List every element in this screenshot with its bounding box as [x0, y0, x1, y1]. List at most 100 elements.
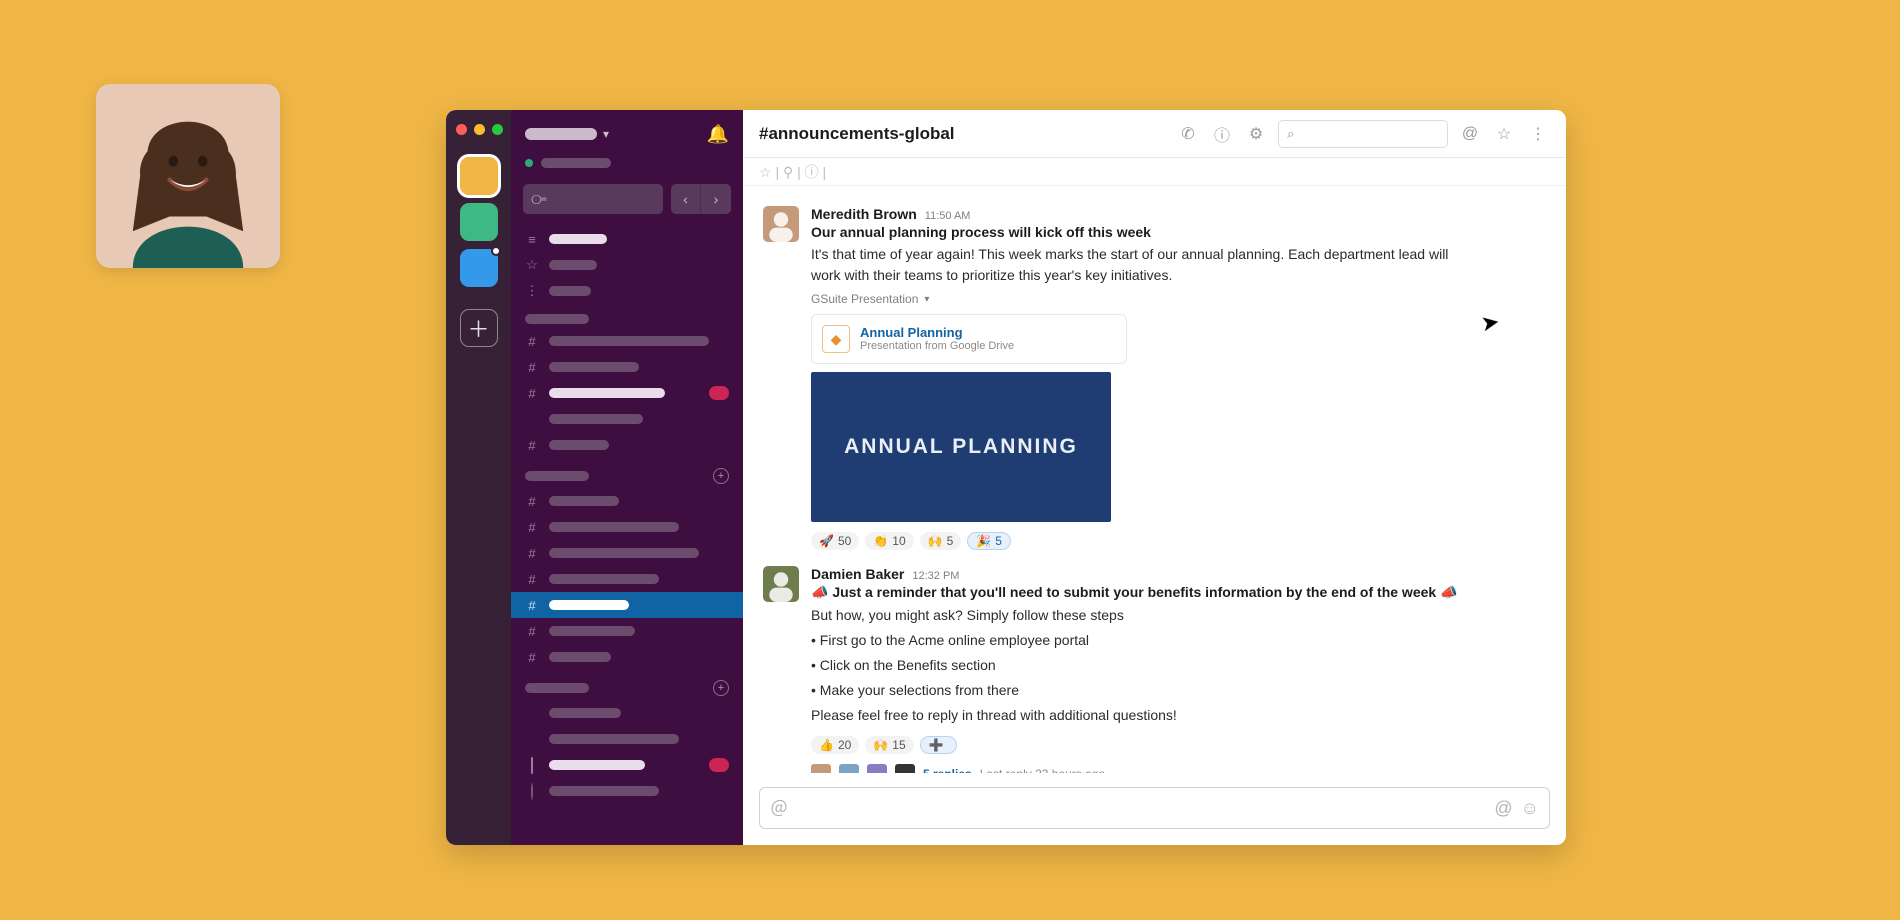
notifications-icon[interactable]: 🔔 — [707, 124, 729, 145]
message-text: It's that time of year again! This week … — [811, 244, 1451, 286]
chevron-down-icon: ▾ — [603, 127, 609, 141]
sidebar-item-label — [549, 362, 639, 372]
reaction-chip[interactable]: 👍20 — [811, 736, 859, 754]
workspace-tile[interactable] — [460, 157, 498, 195]
sidebar-channel[interactable]: # — [511, 592, 743, 618]
reaction-chip[interactable]: ➕ — [920, 736, 957, 754]
thread-avatar — [895, 764, 915, 773]
emoji-icon[interactable]: ☺ — [1521, 798, 1539, 819]
channel-subheader: ☆ | ⚲ | ⓘ | — [743, 158, 1566, 186]
channel-title[interactable]: #announcements-global — [759, 124, 955, 144]
minimize-icon[interactable] — [474, 124, 485, 135]
thread-avatar — [867, 764, 887, 773]
file-attachment[interactable]: ◆ Annual Planning Presentation from Goog… — [811, 314, 1127, 364]
sidebar-channel[interactable]: # — [511, 432, 743, 458]
add-workspace-button[interactable]: ＋ — [460, 309, 498, 347]
workspace-rail: ＋ — [446, 110, 511, 845]
call-icon[interactable]: ✆ — [1176, 124, 1200, 144]
sidebar-nav-item[interactable]: ⋮ — [511, 278, 743, 304]
sidebar-channel[interactable]: # — [511, 514, 743, 540]
channel-sidebar: ▾ 🔔 ⧃ ‹ › ≡☆⋮####+#######+ — [511, 110, 743, 845]
sidebar-channel[interactable]: # — [511, 328, 743, 354]
attachment-source[interactable]: GSuite Presentation▾ — [811, 292, 1546, 306]
sidebar-nav-item[interactable]: ≡ — [511, 226, 743, 252]
reaction-chip[interactable]: 🙌15 — [865, 736, 913, 754]
add-item-icon[interactable]: + — [713, 468, 729, 484]
reaction-chip[interactable]: 🚀50 — [811, 532, 859, 550]
avatar[interactable] — [763, 206, 799, 242]
sidebar-item-label — [549, 496, 619, 506]
info-icon[interactable]: ⓘ — [1210, 122, 1234, 146]
reaction-chip[interactable]: 🙌5 — [920, 532, 962, 550]
search-icon: ⌕ — [1287, 126, 1294, 142]
message-text: Please feel free to reply in thread with… — [811, 705, 1451, 726]
message-composer[interactable]: ＠ @ ☺ — [759, 787, 1550, 829]
user-status[interactable] — [511, 158, 743, 176]
message-time: 11:50 AM — [925, 210, 971, 222]
zoom-icon[interactable] — [492, 124, 503, 135]
sidebar-channel[interactable]: # — [511, 488, 743, 514]
hash-icon: # — [525, 650, 539, 665]
message-author[interactable]: Damien Baker — [811, 566, 904, 582]
sidebar-item-label — [549, 522, 679, 532]
search-input[interactable]: ⌕ — [1278, 120, 1448, 148]
attach-icon[interactable]: ＠ — [770, 795, 788, 821]
sidebar-nav-item[interactable]: ☆ — [511, 252, 743, 278]
attachment-title: Annual Planning — [860, 325, 1014, 340]
sidebar-channel[interactable]: # — [511, 354, 743, 380]
sidebar-item-label — [549, 336, 709, 346]
emoji-icon: 🙌 — [928, 534, 943, 548]
workspace-tile[interactable] — [460, 249, 498, 287]
workspace-tile[interactable] — [460, 203, 498, 241]
sidebar-dm[interactable] — [511, 700, 743, 726]
star-icon[interactable]: ☆ — [1492, 124, 1516, 144]
sidebar-item-label — [549, 760, 645, 770]
history-forward-button[interactable]: › — [701, 184, 731, 214]
mentions-icon[interactable]: @ — [1458, 125, 1482, 143]
sidebar-channel[interactable]: # — [511, 540, 743, 566]
sidebar-channel[interactable]: # — [511, 566, 743, 592]
message-text: But how, you might ask? Simply follow th… — [811, 605, 1451, 626]
reaction-chip[interactable]: 🎉5 — [967, 532, 1011, 550]
emoji-icon: 🎉 — [976, 534, 991, 548]
history-back-button[interactable]: ‹ — [671, 184, 701, 214]
sidebar-section-header[interactable]: + — [511, 670, 743, 700]
avatar[interactable] — [763, 566, 799, 602]
workspace-switcher[interactable]: ▾ — [525, 127, 609, 141]
sidebar-item-label — [549, 574, 659, 584]
sidebar-section-header[interactable]: + — [511, 458, 743, 488]
more-icon[interactable]: ⋮ — [1526, 124, 1550, 144]
sidebar-channel[interactable]: # — [511, 618, 743, 644]
sidebar-dm[interactable] — [511, 752, 743, 778]
attachment-subtitle: Presentation from Google Drive — [860, 340, 1014, 352]
jump-to-input[interactable]: ⧃ — [523, 184, 663, 214]
thread-summary[interactable]: 5 repliesLast reply 23 hours ago — [811, 764, 1546, 773]
message-list: Meredith Brown11:50 AMOur annual plannin… — [743, 186, 1566, 773]
sidebar-channel[interactable] — [511, 406, 743, 432]
unread-dot-icon — [491, 246, 501, 256]
sidebar-channel[interactable]: # — [511, 380, 743, 406]
hash-icon: # — [525, 624, 539, 639]
mention-icon[interactable]: @ — [1494, 798, 1512, 819]
close-icon[interactable] — [456, 124, 467, 135]
window-controls[interactable] — [456, 124, 503, 135]
hash-icon: # — [525, 546, 539, 561]
message-author[interactable]: Meredith Brown — [811, 206, 917, 222]
add-item-icon[interactable]: + — [713, 680, 729, 696]
sidebar-item-label — [549, 734, 679, 744]
sidebar-item-label — [549, 786, 659, 796]
settings-icon[interactable]: ⚙ — [1244, 124, 1268, 144]
hash-icon: # — [525, 438, 539, 453]
sidebar-item-label — [549, 548, 699, 558]
sidebar-channel[interactable]: # — [511, 644, 743, 670]
sidebar-dm[interactable] — [511, 726, 743, 752]
message-title: 📣 Just a reminder that you'll need to su… — [811, 584, 1546, 601]
sidebar-dm[interactable] — [511, 778, 743, 804]
presenter-avatar — [96, 84, 280, 268]
attachment-preview[interactable]: ANNUAL PLANNING — [811, 372, 1111, 522]
thread-replies: 5 replies — [923, 767, 972, 773]
hash-icon: # — [525, 572, 539, 587]
thread-avatar — [839, 764, 859, 773]
sidebar-section-header[interactable] — [511, 304, 743, 328]
reaction-chip[interactable]: 👏10 — [865, 532, 913, 550]
